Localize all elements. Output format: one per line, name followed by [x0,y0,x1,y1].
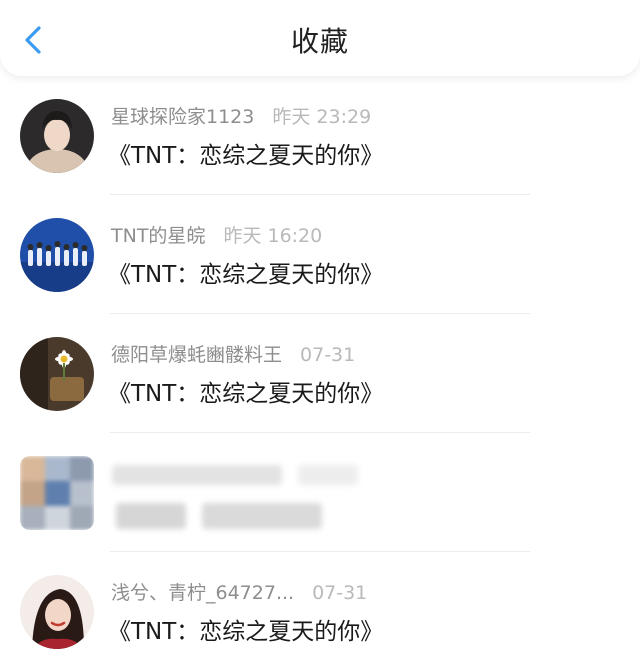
list-item[interactable]: 星球探险家1123 昨天 23:29 《TNT：恋综之夏天的你》 [0,76,640,195]
page-title: 收藏 [290,25,349,58]
list-item[interactable]: 浅兮、青柠_64727... 07-31 《TNT：恋综之夏天的你》 [0,552,640,671]
item-content[interactable]: 《TNT：恋综之夏天的你》 [108,259,383,291]
item-meta: 星球探险家1123 昨天 23:29 [111,104,371,130]
favorites-list: 星球探险家1123 昨天 23:29 《TNT：恋综之夏天的你》 TNT的星皖 … [0,76,640,671]
item-content[interactable]: 《TNT：恋综之夏天的你》 [108,140,383,172]
top-bar: 收藏 [0,0,640,76]
redacted-username [112,465,282,485]
timestamp: 昨天 23:29 [272,106,372,128]
avatar[interactable] [20,337,94,411]
list-item-redacted[interactable] [0,433,640,552]
avatar[interactable] [20,218,94,292]
timestamp: 07-31 [300,344,356,366]
list-item[interactable]: 德阳草爆蚝豳髅料王 07-31 《TNT：恋综之夏天的你》 [0,314,640,433]
list-item[interactable]: TNT的星皖 昨天 16:20 《TNT：恋综之夏天的你》 [0,195,640,314]
timestamp: 昨天 16:20 [223,225,323,247]
item-content[interactable]: 《TNT：恋综之夏天的你》 [108,616,383,648]
item-meta: TNT的星皖 昨天 16:20 [111,223,322,249]
username[interactable]: 浅兮、青柠_64727... [111,582,294,604]
item-content[interactable]: 《TNT：恋综之夏天的你》 [108,378,383,410]
item-meta: 德阳草爆蚝豳髅料王 07-31 [111,342,355,368]
redacted-content [202,503,322,529]
avatar[interactable] [20,575,94,649]
username[interactable]: TNT的星皖 [111,225,205,247]
username[interactable]: 星球探险家1123 [111,106,254,128]
timestamp: 07-31 [312,582,368,604]
username[interactable]: 德阳草爆蚝豳髅料王 [111,344,282,366]
item-meta: 浅兮、青柠_64727... 07-31 [111,580,367,606]
avatar[interactable] [20,99,94,173]
redacted-content [116,503,186,529]
avatar-blurred[interactable] [20,456,94,530]
redacted-time [298,465,358,485]
